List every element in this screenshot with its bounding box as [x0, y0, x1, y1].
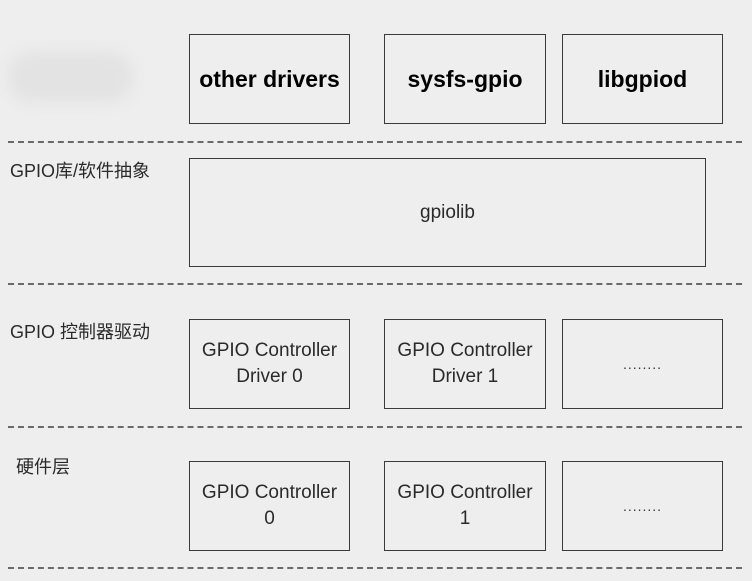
other-drivers-label: other drivers	[199, 65, 340, 92]
libgpiod-box: libgpiod	[562, 34, 723, 124]
libgpiod-label: libgpiod	[597, 65, 688, 92]
controller-driver-0-box: GPIO Controller Driver 0	[189, 319, 350, 409]
controller-0-label: GPIO Controller 0	[201, 482, 338, 529]
more-drivers-label: ........	[622, 356, 663, 372]
more-controllers-box: ........	[562, 461, 723, 551]
controller-driver-1-box: GPIO Controller Driver 1	[384, 319, 546, 409]
controller-1-label: GPIO Controller 1	[397, 482, 533, 529]
more-controllers-label: ........	[622, 498, 663, 514]
gpiolib-label: gpiolib	[420, 201, 475, 223]
other-drivers-box: other drivers	[189, 34, 350, 124]
driver-layer-label: GPIO 控制器驱动	[10, 322, 151, 342]
controller-driver-0-label: GPIO Controller Driver 0	[201, 340, 338, 387]
controller-driver-1-label: GPIO Controller Driver 1	[397, 340, 533, 387]
layer-divider	[8, 141, 742, 143]
controller-0-box: GPIO Controller 0	[189, 461, 350, 551]
more-drivers-box: ........	[562, 319, 723, 409]
hardware-layer-label: 硬件层	[16, 457, 70, 477]
layer-divider	[8, 426, 742, 428]
layer-divider	[8, 567, 742, 569]
controller-1-box: GPIO Controller 1	[384, 461, 546, 551]
blurred-layer-label	[8, 52, 133, 102]
gpiolib-box: gpiolib	[189, 158, 706, 267]
sysfs-gpio-label: sysfs-gpio	[407, 65, 523, 92]
sysfs-gpio-box: sysfs-gpio	[384, 34, 546, 124]
lib-layer-label: GPIO库/软件抽象	[10, 161, 151, 181]
layer-divider	[8, 283, 742, 285]
